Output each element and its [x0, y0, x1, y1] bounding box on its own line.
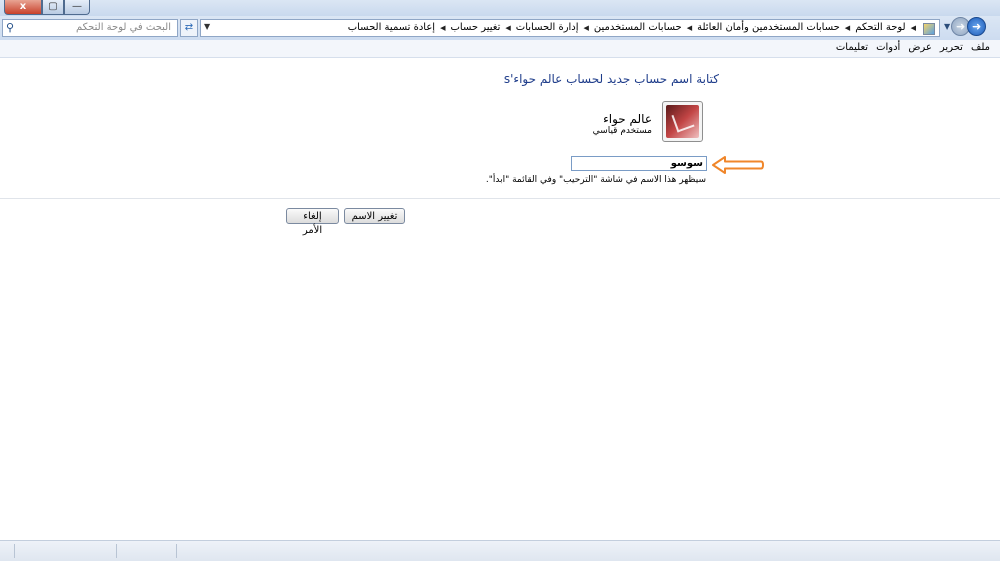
name-hint-text: سيظهر هذا الاسم في شاشة "الترحيب" وفي ال…	[485, 175, 706, 185]
breadcrumb-separator-icon[interactable]: ◀	[908, 22, 919, 35]
navigation-bar: ⚲ البحث في لوحة التحكم ⇄ ▼ ◀ لوحة التحكم…	[0, 16, 1000, 40]
search-box[interactable]: ⚲ البحث في لوحة التحكم	[2, 19, 178, 37]
breadcrumb-separator-icon[interactable]: ◀	[684, 22, 695, 35]
breadcrumb-manage-accounts[interactable]: إدارة الحسابات	[514, 22, 581, 35]
breadcrumb-separator-icon[interactable]: ◀	[437, 22, 448, 35]
status-bar	[0, 540, 1000, 561]
breadcrumb-control-panel[interactable]: لوحة التحكم	[853, 22, 907, 35]
chevron-down-icon[interactable]: ▼	[204, 22, 210, 31]
breadcrumb-separator-icon[interactable]: ◀	[502, 22, 513, 35]
avatar	[662, 101, 703, 142]
breadcrumb-user-accounts[interactable]: حسابات المستخدمين	[592, 22, 684, 35]
status-divider	[176, 544, 177, 558]
breadcrumb-separator-icon[interactable]: ◀	[842, 22, 853, 35]
minimize-button[interactable]: —	[64, 0, 90, 15]
menu-view[interactable]: عرض	[908, 42, 932, 53]
recent-pages-dropdown-icon[interactable]: ▼	[944, 22, 950, 31]
title-bar: x ▢ —	[0, 0, 1000, 16]
refresh-icon[interactable]: ⇄	[180, 19, 198, 37]
nav-buttons: ▼ ➜ ➜	[944, 17, 987, 36]
account-name: عالم حواء	[603, 112, 652, 126]
breadcrumb-change-account[interactable]: تغيير حساب	[448, 22, 502, 35]
divider	[0, 198, 1000, 199]
change-name-button[interactable]: تغيير الاسم	[344, 208, 405, 224]
search-placeholder: البحث في لوحة التحكم	[76, 22, 171, 33]
page-title: كتابة اسم حساب جديد لحساب عالم حواء's	[503, 72, 719, 86]
menu-help[interactable]: تعليمات	[836, 42, 868, 53]
menu-bar: ملف تحرير عرض أدوات تعليمات	[0, 40, 1000, 58]
control-panel-icon	[923, 23, 935, 35]
breadcrumb-separator-icon[interactable]: ◀	[581, 22, 592, 35]
breadcrumb-user-accounts-family[interactable]: حسابات المستخدمين وأمان العائلة	[695, 22, 842, 35]
breadcrumb-rename-account[interactable]: إعادة تسمية الحساب	[346, 22, 437, 35]
maximize-button[interactable]: ▢	[42, 0, 64, 15]
user-picture-icon	[666, 105, 699, 138]
search-icon[interactable]: ⚲	[6, 21, 14, 34]
new-account-name-input[interactable]	[571, 156, 707, 171]
address-bar[interactable]: ▼ ◀ لوحة التحكم ◀ حسابات المستخدمين وأما…	[200, 19, 940, 37]
menu-tools[interactable]: أدوات	[876, 42, 900, 53]
menu-edit[interactable]: تحرير	[940, 42, 963, 53]
account-type: مستخدم قياسي	[592, 126, 652, 136]
breadcrumb: ◀ لوحة التحكم ◀ حسابات المستخدمين وأمان …	[346, 22, 935, 35]
close-button[interactable]: x	[4, 0, 42, 15]
status-divider	[14, 544, 15, 558]
cancel-button[interactable]: إلغاء الأمر	[286, 208, 339, 236]
window-controls: x ▢ —	[4, 0, 90, 15]
menu-file[interactable]: ملف	[971, 42, 990, 53]
annotation-arrow-icon	[712, 156, 764, 174]
back-arrow-icon[interactable]: ➜	[967, 17, 987, 36]
status-divider	[116, 544, 117, 558]
